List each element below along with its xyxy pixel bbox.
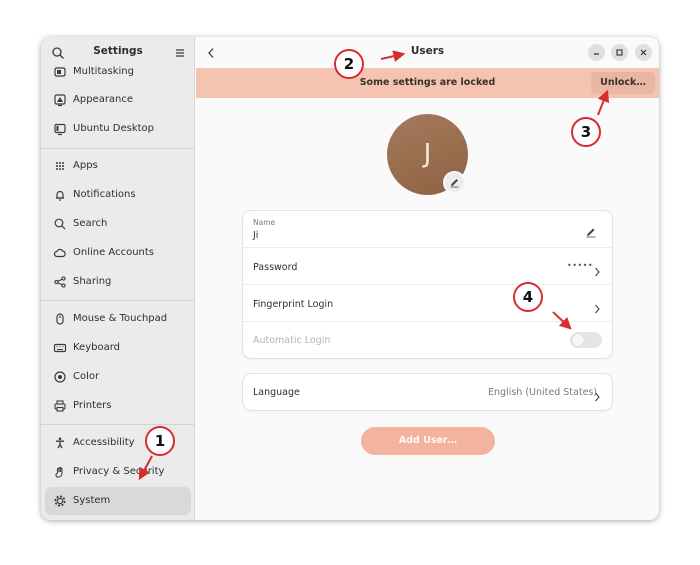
minimize-button[interactable] [588, 44, 605, 61]
language-value: English (United States) [488, 387, 598, 398]
sidebar-item-label: Online Accounts [73, 247, 155, 258]
hand-icon [53, 465, 67, 479]
hamburger-menu-icon[interactable] [173, 45, 187, 59]
language-row[interactable]: Language English (United States) [243, 374, 612, 410]
sidebar-item-apps[interactable]: Apps [45, 152, 191, 180]
bell-icon [53, 188, 67, 202]
sidebar-divider [41, 148, 195, 149]
sidebar-item-search[interactable]: Search [45, 210, 191, 238]
sidebar-item-printers[interactable]: Printers [45, 392, 191, 420]
password-value: ••••• [567, 261, 594, 270]
chevron-right-icon [593, 299, 601, 314]
sidebar-title: Settings [93, 45, 143, 57]
settings-window: Settings Multitasking Appearance Ubuntu … [41, 37, 659, 520]
cloud-icon [53, 246, 67, 260]
sidebar-item-online-accounts[interactable]: Online Accounts [45, 239, 191, 267]
annotation-badge-1: 1 [145, 426, 175, 456]
mouse-icon [53, 312, 67, 326]
maximize-button[interactable] [611, 44, 628, 61]
chevron-right-icon [593, 387, 601, 402]
automatic-login-toggle[interactable] [570, 332, 602, 348]
sidebar-item-ubuntu-desktop[interactable]: Ubuntu Desktop [45, 115, 191, 143]
share-icon [53, 275, 67, 289]
sidebar-item-multitasking[interactable]: Multitasking [45, 58, 191, 86]
annotation-badge-2: 2 [334, 49, 364, 79]
sidebar-item-system[interactable]: System [45, 487, 191, 515]
password-label: Password [253, 262, 298, 273]
annotation-badge-3: 3 [571, 117, 601, 147]
sidebar-item-label: Privacy & Security [73, 466, 165, 477]
sidebar-item-notifications[interactable]: Notifications [45, 181, 191, 209]
sidebar-item-label: Multitasking [73, 66, 134, 77]
close-button[interactable] [635, 44, 652, 61]
sidebar-item-label: Accessibility [73, 437, 135, 448]
accessibility-icon [53, 436, 67, 450]
main-panel: Users Some settings are locked Unlock… J… [196, 37, 659, 520]
sidebar-item-label: Apps [73, 160, 98, 171]
sidebar-item-label: Appearance [73, 94, 134, 105]
ubuntu-desktop-icon [53, 122, 67, 136]
edit-avatar-button[interactable] [443, 171, 466, 194]
sidebar-item-label: Sharing [73, 276, 112, 287]
sidebar-item-label: Color [73, 371, 100, 382]
main-header: Users [196, 37, 659, 68]
annotation-badge-4: 4 [513, 282, 543, 312]
sidebar-item-label: Ubuntu Desktop [73, 123, 155, 134]
sidebar-item-appearance[interactable]: Appearance [45, 86, 191, 114]
sidebar-item-sharing[interactable]: Sharing [45, 268, 191, 296]
sidebar-item-label: Notifications [73, 189, 136, 200]
sidebar-item-label: Search [73, 218, 108, 229]
name-row[interactable]: Name Ji [243, 211, 612, 248]
account-details-card: Name Ji Password ••••• Fingerprint Login… [243, 211, 612, 358]
fingerprint-login-label: Fingerprint Login [253, 299, 334, 310]
keyboard-icon [53, 341, 67, 355]
apps-grid-icon [53, 159, 67, 173]
add-user-button[interactable]: Add User… [361, 427, 495, 455]
search-icon [53, 217, 67, 231]
sidebar-item-label: System [73, 495, 111, 506]
pencil-icon [450, 179, 459, 188]
locked-settings-banner: Some settings are locked Unlock… [196, 68, 659, 98]
sidebar-item-label: Mouse & Touchpad [73, 313, 168, 324]
gear-icon [53, 494, 67, 508]
multitasking-icon [53, 65, 67, 79]
appearance-icon [53, 93, 67, 107]
printer-icon [53, 399, 67, 413]
sidebar-item-mouse-touchpad[interactable]: Mouse & Touchpad [45, 305, 191, 333]
sidebar-item-label: Keyboard [73, 342, 121, 353]
name-value: Ji [253, 230, 259, 241]
sidebar-item-privacy-security[interactable]: Privacy & Security [45, 458, 191, 486]
language-label: Language [253, 387, 300, 398]
sidebar-divider [41, 424, 195, 425]
sidebar-item-color[interactable]: Color [45, 363, 191, 391]
edit-name-pencil-icon[interactable] [585, 223, 597, 242]
chevron-right-icon [593, 262, 601, 277]
automatic-login-row: Automatic Login [243, 322, 612, 358]
sidebar-item-keyboard[interactable]: Keyboard [45, 334, 191, 362]
sidebar-divider [41, 300, 195, 301]
name-field-label: Name [253, 218, 276, 227]
language-card: Language English (United States) [243, 374, 612, 410]
automatic-login-label: Automatic Login [253, 335, 331, 346]
color-icon [53, 370, 67, 384]
sidebar-item-label: Printers [73, 400, 112, 411]
fingerprint-login-row[interactable]: Fingerprint Login [243, 285, 612, 322]
unlock-button[interactable]: Unlock… [591, 72, 655, 94]
lock-message: Some settings are locked [359, 77, 496, 88]
password-row[interactable]: Password ••••• [243, 248, 612, 285]
